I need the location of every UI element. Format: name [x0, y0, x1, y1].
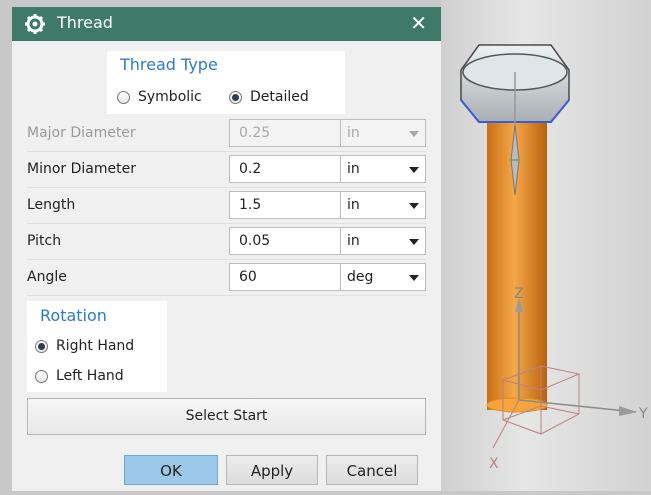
chevron-down-icon [409, 131, 419, 137]
angle-unit: deg [347, 269, 374, 285]
divider [27, 187, 426, 188]
radio-detailed-dot[interactable] [229, 90, 242, 104]
thread-dialog: Thread ✕ Thread Type Symbolic Detailed M… [12, 7, 441, 491]
radio-detailed-label: Detailed [250, 89, 309, 105]
radio-symbolic-label: Symbolic [138, 89, 202, 105]
radio-left-hand-dot[interactable] [35, 369, 48, 383]
divider [27, 223, 426, 224]
select-start-button[interactable]: Select Start [27, 398, 426, 435]
chevron-down-icon [409, 167, 419, 173]
radio-right-hand-dot[interactable] [35, 339, 48, 353]
chevron-down-icon [409, 275, 419, 281]
radio-detailed[interactable]: Detailed [229, 89, 309, 105]
radio-symbolic-dot[interactable] [117, 90, 130, 104]
minor-diameter-unit: in [347, 161, 360, 177]
radio-left-hand-label: Left Hand [56, 368, 124, 384]
cancel-button[interactable]: Cancel [326, 455, 418, 485]
field-pitch: Pitch 0.05 in [12, 225, 441, 257]
radio-right-hand-label: Right Hand [56, 338, 135, 354]
ok-button[interactable]: OK [124, 455, 218, 485]
major-diameter-label: Major Diameter [27, 125, 136, 141]
angle-unit-select[interactable]: deg [341, 263, 426, 291]
dialog-title: Thread [57, 13, 113, 32]
divider [27, 295, 426, 296]
bolt-shaft-end[interactable] [486, 397, 548, 413]
x-axis-label: X [489, 456, 499, 472]
length-unit-select[interactable]: in [341, 191, 426, 219]
thread-type-group: Thread Type Symbolic Detailed [107, 51, 345, 114]
y-axis-label: Y [638, 406, 648, 422]
major-diameter-unit-select: in [341, 119, 426, 147]
radio-right-hand[interactable]: Right Hand [35, 338, 134, 354]
rotation-title: Rotation [40, 306, 107, 325]
chevron-down-icon [409, 239, 419, 245]
divider [27, 151, 426, 152]
chevron-down-icon [409, 203, 419, 209]
close-icon[interactable]: ✕ [410, 11, 427, 35]
radio-symbolic[interactable]: Symbolic [117, 89, 202, 105]
pitch-input[interactable]: 0.05 [229, 227, 341, 255]
field-angle: Angle 60 deg [12, 261, 441, 293]
y-axis-arrow [619, 406, 637, 416]
pitch-unit: in [347, 233, 360, 249]
major-diameter-input: 0.25 [229, 119, 341, 147]
dialog-titlebar: Thread ✕ [12, 7, 441, 41]
field-minor-diameter: Minor Diameter 0.2 in [12, 153, 441, 185]
pitch-unit-select[interactable]: in [341, 227, 426, 255]
length-label: Length [27, 197, 76, 213]
bolt-model[interactable]: Z Y X [441, 0, 651, 491]
angle-label: Angle [27, 269, 67, 285]
angle-input[interactable]: 60 [229, 263, 341, 291]
field-length: Length 1.5 in [12, 189, 441, 221]
thread-type-title: Thread Type [120, 55, 218, 74]
minor-diameter-input[interactable]: 0.2 [229, 155, 341, 183]
apply-button[interactable]: Apply [226, 455, 318, 485]
pitch-label: Pitch [27, 233, 62, 249]
minor-diameter-unit-select[interactable]: in [341, 155, 426, 183]
graphics-viewport[interactable]: Z Y X [441, 0, 651, 491]
radio-left-hand[interactable]: Left Hand [35, 368, 124, 384]
field-major-diameter: Major Diameter 0.25 in [12, 117, 441, 149]
major-diameter-unit: in [347, 125, 360, 141]
rotation-group: Rotation Right Hand Left Hand [27, 301, 167, 392]
divider [27, 259, 426, 260]
minor-diameter-label: Minor Diameter [27, 161, 136, 177]
length-input[interactable]: 1.5 [229, 191, 341, 219]
z-axis-label: Z [514, 286, 524, 302]
gear-icon [25, 14, 45, 34]
length-unit: in [347, 197, 360, 213]
